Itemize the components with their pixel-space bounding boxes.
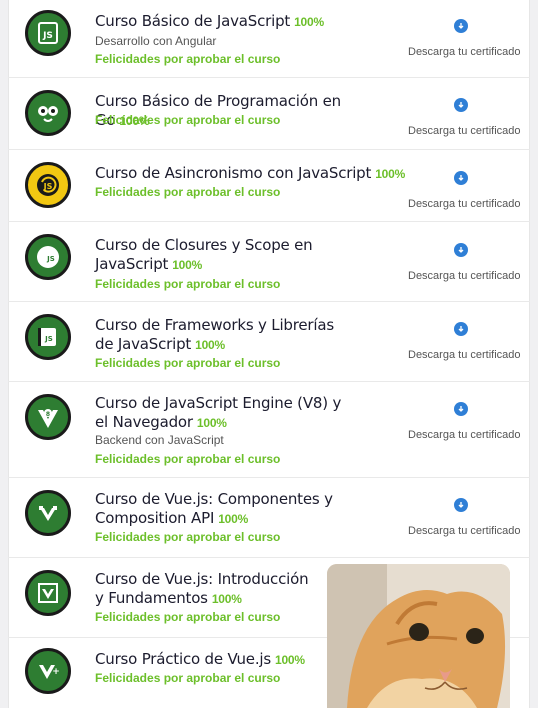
svg-text:+: + [52,667,60,677]
course-score: 100% [218,512,249,526]
course-row[interactable]: JS Curso de Closures y Scope en JavaScri… [8,222,530,302]
congrats-text: Felicidades por aprobar el curso [95,610,281,624]
download-icon[interactable] [454,243,468,257]
course-title[interactable]: Curso de Frameworks y Librerías de JavaS… [95,316,345,355]
download-icon[interactable] [454,322,468,336]
vue-intro-icon [25,570,71,616]
course-title[interactable]: Curso de Closures y Scope en JavaScript 1… [95,236,315,275]
congrats-text: Felicidades por aprobar el curso [95,52,281,66]
course-score: 100% [196,416,227,430]
course-score: 100% [211,592,242,606]
congrats-text: Felicidades por aprobar el curso [95,277,281,291]
vue-practice-icon: + [25,648,71,694]
svg-text:JS: JS [42,31,53,41]
download-icon[interactable] [454,98,468,112]
course-row[interactable]: Curso de Vue.js: Componentes y Compositi… [8,478,530,558]
course-title[interactable]: Curso Básico de JavaScript 100% [95,12,395,32]
course-score: 100% [274,653,305,667]
course-subtitle: Desarrollo con Angular [95,34,217,48]
svg-text:JS: JS [44,335,53,343]
download-certificate-link[interactable]: Descarga tu certificado [408,349,521,361]
vue-components-icon [25,490,71,536]
download-icon[interactable] [454,402,468,416]
course-row[interactable]: JS Curso de Frameworks y Librerías de Ja… [8,302,530,382]
svg-text:8: 8 [46,411,50,418]
course-row[interactable]: JS Curso de Asincronismo con JavaScript 1… [8,150,530,222]
congrats-text: Felicidades por aprobar el curso [95,356,281,370]
js-book-icon: JS [25,10,71,56]
congrats-text: Felicidades por aprobar el curso [95,113,281,127]
course-title[interactable]: Curso de Vue.js: Componentes y Compositi… [95,490,335,529]
download-certificate-link[interactable]: Descarga tu certificado [408,429,521,441]
js-book-icon: JS [25,314,71,360]
congrats-text: Felicidades por aprobar el curso [95,452,281,466]
download-certificate-link[interactable]: Descarga tu certificado [408,525,521,537]
congrats-text: Felicidades por aprobar el curso [95,671,281,685]
js-async-icon: JS [25,162,71,208]
course-title[interactable]: Curso de JavaScript Engine (V8) y el Nav… [95,394,345,433]
go-gopher-icon [25,90,71,136]
download-icon[interactable] [454,171,468,185]
congrats-text: Felicidades por aprobar el curso [95,185,281,199]
course-score: 100% [294,15,324,29]
v8-engine-icon: 8 [25,394,71,440]
course-score: 100% [172,258,203,272]
download-certificate-link[interactable]: Descarga tu certificado [408,125,521,137]
course-row[interactable]: 8 Curso de JavaScript Engine (V8) y el N… [8,382,530,478]
download-certificate-link[interactable]: Descarga tu certificado [408,46,521,58]
svg-text:JS: JS [43,182,53,191]
course-row[interactable]: Curso Básico de Programación en Go 100% F… [8,78,530,150]
download-icon[interactable] [454,498,468,512]
svg-text:JS: JS [46,255,55,263]
congrats-text: Felicidades por aprobar el curso [95,530,281,544]
download-icon[interactable] [454,19,468,33]
course-title[interactable]: Curso de Vue.js: Introducción y Fundamen… [95,570,320,609]
cat-photo-overlay [327,564,510,708]
course-title[interactable]: Curso de Asincronismo con JavaScript 100% [95,164,415,184]
download-certificate-link[interactable]: Descarga tu certificado [408,198,521,210]
course-row[interactable]: JS Curso Básico de JavaScript 100% Desarr… [8,0,530,78]
download-certificate-link[interactable]: Descarga tu certificado [408,270,521,282]
js-closures-icon: JS [25,234,71,280]
course-score: 100% [195,338,226,352]
course-subtitle: Backend con JavaScript [95,433,224,447]
course-score: 100% [375,167,406,181]
